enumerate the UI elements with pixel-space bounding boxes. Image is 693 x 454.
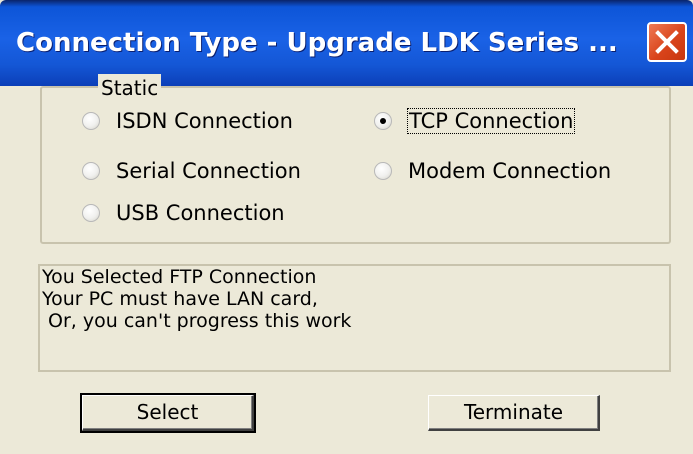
radio-button-icon <box>374 162 392 180</box>
radio-button-icon <box>82 162 100 180</box>
message-box: You Selected FTP Connection Your PC must… <box>38 264 671 372</box>
message-line: You Selected FTP Connection <box>42 266 317 288</box>
window-title: Connection Type - Upgrade LDK Series ... <box>16 28 618 58</box>
radio-isdn-connection[interactable]: ISDN Connection <box>82 104 293 138</box>
close-icon <box>655 30 679 54</box>
dialog-body: Static ISDN Connection TCP Connection Se… <box>0 74 693 454</box>
radio-label: Serial Connection <box>116 159 301 183</box>
radio-modem-connection[interactable]: Modem Connection <box>374 154 611 188</box>
radio-button-icon <box>82 204 100 222</box>
radio-button-selected-icon <box>374 112 392 130</box>
connection-type-group: Static ISDN Connection TCP Connection Se… <box>40 74 671 244</box>
radio-label: USB Connection <box>116 201 285 225</box>
terminate-button[interactable]: Terminate <box>428 395 600 431</box>
radio-label: Modem Connection <box>408 159 612 183</box>
close-button[interactable] <box>647 22 687 62</box>
message-line: Or, you can't progress this work <box>42 310 352 332</box>
radio-tcp-connection[interactable]: TCP Connection <box>374 104 576 138</box>
radio-button-icon <box>82 112 100 130</box>
message-line: Your PC must have LAN card, <box>42 288 318 310</box>
radio-label: ISDN Connection <box>116 109 293 133</box>
radio-serial-connection[interactable]: Serial Connection <box>82 154 301 188</box>
group-legend: Static <box>98 74 162 102</box>
radio-label: TCP Connection <box>406 108 576 134</box>
radio-usb-connection[interactable]: USB Connection <box>82 196 285 230</box>
select-button[interactable]: Select <box>80 393 256 433</box>
